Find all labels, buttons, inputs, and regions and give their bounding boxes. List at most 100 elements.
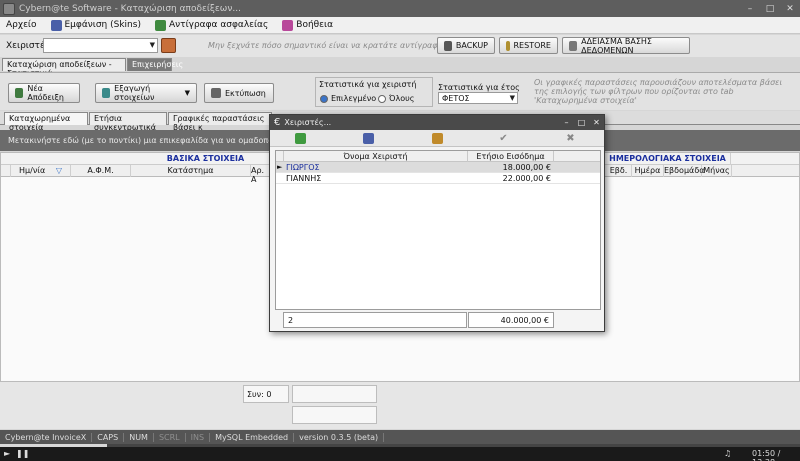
user-name: ΓΙΑΝΝΗΣ: [286, 174, 322, 183]
users-total: 40.000,00 €: [468, 312, 554, 328]
top-tabs: Καταχώριση αποδείξεων - Στατιστικά Επιχε…: [0, 58, 800, 78]
export-button[interactable]: Εξαγωγή στοιχείων ▼: [95, 83, 197, 103]
volume-icon[interactable]: ♫: [724, 449, 731, 458]
menu-skins[interactable]: Εμφάνιση (Skins): [50, 19, 141, 31]
year-combo-value: ΦΕΤΟΣ: [442, 94, 470, 103]
row-indicator-header: [1, 165, 11, 177]
chevron-down-icon[interactable]: ▼: [185, 89, 190, 97]
main-toolbar: Χειριστές ▼ Μην ξεχνάτε πόσο σημαντικό ε…: [0, 35, 800, 57]
maximize-icon[interactable]: □: [760, 4, 780, 14]
restore-button[interactable]: RESTORE: [499, 37, 558, 54]
new-receipt-button[interactable]: Νέα Απόδειξη: [8, 83, 80, 103]
dialog-maximize-icon[interactable]: □: [574, 118, 589, 127]
table-row[interactable]: ΓΙΑΝΝΗΣ 22.000,00 €: [276, 173, 600, 184]
monitor-icon: [50, 19, 62, 31]
dialog-minimize-icon[interactable]: –: [559, 118, 574, 127]
col-week[interactable]: Εβδ.: [606, 165, 632, 177]
dialog-toolbar: ✔ ✖: [270, 130, 604, 147]
col-day[interactable]: Ημέρα: [632, 165, 664, 177]
status-ins: INS: [186, 432, 211, 442]
database-clear-icon: [569, 40, 578, 51]
status-db: MySQL Embedded: [210, 432, 295, 442]
menu-file[interactable]: Αρχείο: [6, 20, 37, 30]
users-combo[interactable]: ▼: [43, 38, 158, 53]
cancel-icon[interactable]: ✖: [565, 133, 576, 144]
dialog-titlebar[interactable]: € Χειριστές... – □ ✕: [270, 115, 604, 130]
app-icon: [3, 2, 15, 15]
edit-user-icon[interactable]: [363, 133, 374, 144]
table-row[interactable]: ► ΓΙΩΡΓΟΣ 18.000,00 €: [276, 162, 600, 173]
col-annual-income[interactable]: Ετήσιο Εισόδημα: [468, 151, 554, 162]
help-icon: [282, 19, 294, 31]
filter-icon[interactable]: ▽: [56, 166, 62, 175]
video-player-bar: ► ❚❚ ♫ 01:50 / 13:38: [0, 444, 800, 461]
menu-help[interactable]: Βοήθεια: [282, 19, 333, 31]
charts-hint: Οι γραφικές παραστάσεις παρουσιάζουν απο…: [534, 78, 783, 105]
tab-businesses[interactable]: Επιχειρήσεις: [127, 58, 183, 71]
status-bar: Cybern@te InvoiceX CAPS NUM SCRL INS MyS…: [0, 430, 800, 444]
chevron-down-icon[interactable]: ▼: [510, 94, 515, 102]
users-summary: 2 40.000,00 €: [275, 312, 601, 328]
tab-annual-summary[interactable]: Ετήσια συγκεντρωτικά: [89, 112, 167, 132]
col-weekday[interactable]: Εβδομάδα: [664, 165, 704, 177]
sum-box-2: [292, 406, 377, 424]
sum-count: Συν: 0: [247, 390, 272, 399]
status-caps: CAPS: [92, 432, 125, 442]
col-date[interactable]: Ημ/νία ▽: [11, 165, 71, 177]
col-user-name[interactable]: Όνομα Χειριστή: [284, 151, 468, 162]
pause-icon[interactable]: ❚❚: [16, 449, 29, 458]
users-row-indicator-header: [276, 151, 284, 162]
add-user-icon[interactable]: [295, 133, 306, 144]
menu-backups[interactable]: Αντίγραφα ασφαλείας: [154, 19, 268, 31]
window-titlebar[interactable]: Cybern@te Software - Καταχώριση αποδείξε…: [0, 0, 800, 17]
tab-charts[interactable]: Γραφικές παραστάσεις βάσει κ: [168, 112, 272, 132]
row-pointer-icon: ►: [277, 163, 283, 171]
backup-button[interactable]: BACKUP: [437, 37, 495, 54]
status-version: version 0.3.5 (beta): [294, 432, 385, 442]
dialog-title: Χειριστές...: [284, 118, 332, 127]
users-count: 2: [283, 312, 467, 328]
users-dialog: € Χειριστές... – □ ✕ ✔ ✖ Όνομα Χειριστή …: [269, 114, 605, 332]
clear-database-button[interactable]: ΑΔΕΙΑΣΜΑ ΒΑΣΗΣ ΔΕΔΟΜΕΝΩΝ: [562, 37, 690, 55]
user-stats-title: Στατιστικά για χειριστή: [319, 80, 417, 89]
year-stats-title: Στατιστικά για έτος: [438, 83, 520, 92]
col-ar[interactable]: Αρ. Α: [251, 165, 271, 184]
minimize-icon[interactable]: –: [740, 4, 760, 14]
grid-footer: Συν: 0: [0, 382, 800, 429]
receipt-icon: [15, 88, 24, 98]
users-grid[interactable]: Όνομα Χειριστή Ετήσιο Εισόδημα ► ΓΙΩΡΓΟΣ…: [275, 150, 601, 310]
chevron-down-icon[interactable]: ▼: [150, 41, 155, 49]
dialog-close-icon[interactable]: ✕: [589, 118, 604, 127]
users-edit-icon[interactable]: [161, 38, 176, 53]
band-calendar: ΗΜΕΡΟΛΟΓΙΑΚΑ ΣΤΟΙΧΕΙΑ: [605, 153, 731, 165]
tab-receipts-stats[interactable]: Καταχώριση αποδείξεων - Στατιστικά: [2, 58, 126, 78]
folder-icon: [506, 40, 510, 51]
users-grid-header: Όνομα Χειριστή Ετήσιο Εισόδημα: [276, 151, 600, 162]
export-icon: [102, 88, 111, 98]
user-income: 18.000,00 €: [502, 163, 551, 172]
status-num: NUM: [124, 432, 154, 442]
year-combo[interactable]: ΦΕΤΟΣ ▼: [438, 92, 518, 104]
radio-all[interactable]: Όλους: [378, 94, 414, 103]
tab-recorded-data[interactable]: Καταχωρημένα στοιχεία: [4, 112, 88, 132]
user-stats-group: Στατιστικά για χειριστή Επιλεγμένο Όλους: [315, 77, 433, 107]
key-icon[interactable]: [432, 133, 443, 144]
window-title: Cybern@te Software - Καταχώριση αποδείξε…: [19, 3, 241, 14]
radio-selected[interactable]: Επιλεγμένο: [320, 94, 376, 103]
confirm-icon[interactable]: ✔: [498, 133, 509, 144]
play-icon[interactable]: ►: [4, 449, 10, 458]
col-afm[interactable]: Α.Φ.Μ.: [71, 165, 131, 177]
radio-all-dot[interactable]: [378, 94, 386, 103]
menu-bar: Αρχείο Εμφάνιση (Skins) Αντίγραφα ασφαλε…: [0, 17, 800, 34]
user-name: ΓΙΩΡΓΟΣ: [286, 163, 320, 172]
seek-bar[interactable]: [0, 444, 800, 447]
close-icon[interactable]: ✕: [780, 4, 800, 14]
floppy-icon: [444, 40, 452, 51]
radio-selected-dot[interactable]: [320, 94, 328, 103]
video-time: 01:50 / 13:38: [752, 449, 781, 461]
status-app: Cybern@te InvoiceX: [0, 432, 93, 442]
printer-icon: [211, 88, 221, 98]
print-button[interactable]: Εκτύπωση: [204, 83, 274, 103]
col-store[interactable]: Κατάστημα: [131, 165, 251, 177]
col-month[interactable]: Μήνας: [702, 165, 732, 177]
